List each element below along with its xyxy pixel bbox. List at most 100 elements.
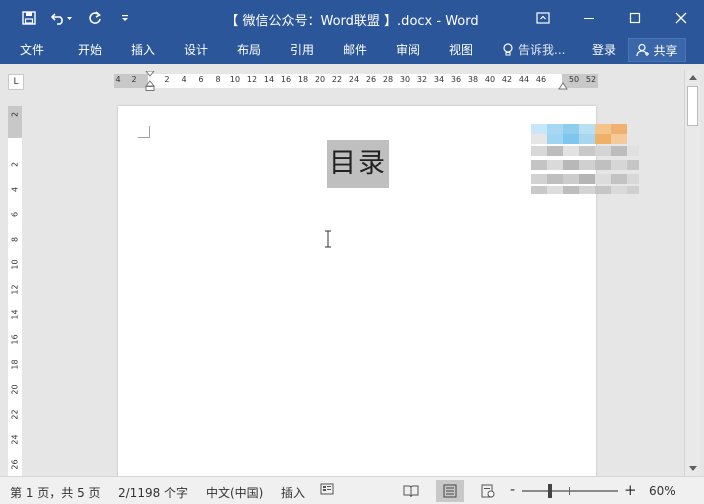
zoom-out-button[interactable]: - — [510, 482, 515, 498]
document-page[interactable]: 目录 — [118, 106, 639, 476]
ribbon-display-options-button[interactable] — [520, 0, 566, 36]
login-link[interactable]: 登录 — [592, 41, 616, 58]
margin-corner-mark — [138, 126, 150, 138]
ribbon-display-icon — [536, 12, 550, 24]
print-layout-button[interactable] — [436, 480, 464, 502]
ruler-number: 26 — [10, 459, 20, 470]
ruler-number: 2 — [131, 75, 137, 84]
tab-design[interactable]: 设计 — [184, 41, 208, 58]
scroll-up-button[interactable] — [685, 70, 701, 84]
left-indent-marker[interactable] — [145, 71, 155, 91]
text-cursor-icon — [325, 230, 331, 248]
ruler-number: 10 — [10, 259, 20, 270]
tab-layout[interactable]: 布局 — [237, 41, 261, 58]
ruler-number: 12 — [246, 75, 258, 84]
ruler-number: 42 — [501, 75, 513, 84]
tab-references[interactable]: 引用 — [290, 41, 314, 58]
ruler-number: 44 — [518, 75, 530, 84]
ruler-number: 52 — [585, 75, 597, 84]
ruler-number: 2 — [10, 161, 20, 168]
arrow-down-icon — [689, 466, 697, 471]
ruler-row: L 4 2 2 4 6 8 10 12 14 16 18 20 22 24 26… — [0, 64, 704, 94]
person-add-icon — [636, 43, 650, 57]
arrow-up-icon — [689, 75, 697, 80]
tell-me-box[interactable]: 告诉我... — [502, 41, 565, 58]
tab-file[interactable]: 文件 — [20, 41, 44, 58]
share-label: 共享 — [653, 43, 678, 58]
ruler-number: 4 — [181, 75, 187, 84]
tab-mailings[interactable]: 邮件 — [343, 41, 367, 58]
ruler-number: 24 — [10, 434, 20, 445]
macro-record-button[interactable] — [320, 482, 334, 499]
ruler-number: 40 — [484, 75, 496, 84]
ruler-number: 10 — [229, 75, 241, 84]
ruler-number: 4 — [10, 186, 20, 193]
ruler-number: 2 — [164, 75, 170, 84]
zoom-slider-thumb[interactable] — [548, 484, 552, 498]
ruler-number: 2 — [10, 111, 20, 118]
ruler-number: 6 — [198, 75, 204, 84]
tab-review[interactable]: 审阅 — [396, 41, 420, 58]
tab-insert[interactable]: 插入 — [131, 41, 155, 58]
ruler-number: 20 — [314, 75, 326, 84]
ruler-number: 46 — [535, 75, 547, 84]
ruler-number: 36 — [450, 75, 462, 84]
ruler-number: 22 — [10, 409, 20, 420]
tell-me-label: 告诉我... — [518, 43, 566, 57]
toc-heading[interactable]: 目录 — [327, 140, 389, 188]
ruler-number: 22 — [331, 75, 343, 84]
ruler-number: 30 — [399, 75, 411, 84]
zoom-level[interactable]: 60% — [649, 484, 676, 498]
page-count-status[interactable]: 第 1 页，共 5 页 — [10, 484, 101, 501]
ruler-number: 50 — [568, 75, 580, 84]
window-controls — [520, 0, 704, 36]
ruler-numbers: 4 2 2 4 6 8 10 12 14 16 18 20 22 24 26 2… — [114, 75, 598, 87]
ruler-number: 16 — [10, 334, 20, 345]
zoom-in-button[interactable]: + — [624, 481, 637, 499]
language-status[interactable]: 中文(中国) — [206, 484, 263, 501]
macro-record-icon — [320, 483, 334, 495]
ruler-number: 28 — [382, 75, 394, 84]
minimize-icon — [584, 18, 594, 19]
lightbulb-icon — [503, 42, 513, 55]
minimize-button[interactable] — [566, 0, 612, 36]
book-icon — [403, 485, 419, 498]
ruler-number: 26 — [365, 75, 377, 84]
scroll-down-button[interactable] — [685, 462, 701, 476]
ruler-number: 34 — [433, 75, 445, 84]
right-indent-marker[interactable] — [558, 82, 568, 90]
ruler-number: 4 — [115, 75, 121, 84]
word-count-status[interactable]: 2/1198 个字 — [118, 484, 188, 501]
ruler-number: 20 — [10, 384, 20, 395]
close-button[interactable] — [658, 0, 704, 36]
document-canvas[interactable]: 目录 — [30, 94, 684, 476]
tab-stop-label: L — [13, 77, 19, 87]
zoom-slider[interactable] — [522, 490, 618, 492]
tab-home[interactable]: 开始 — [78, 41, 102, 58]
ruler-number: 8 — [215, 75, 221, 84]
web-layout-icon — [481, 484, 495, 498]
ribbon-tabs: 文件 开始 插入 设计 布局 引用 邮件 审阅 视图 告诉我... 登录 共享 — [0, 36, 704, 64]
page-layout-icon — [443, 484, 457, 498]
ruler-number: 38 — [467, 75, 479, 84]
ruler-number: 24 — [348, 75, 360, 84]
tab-view[interactable]: 视图 — [449, 41, 473, 58]
tab-stop-selector[interactable]: L — [8, 74, 24, 90]
zoom-100-tick — [569, 487, 570, 495]
maximize-button[interactable] — [612, 0, 658, 36]
status-bar: 第 1 页，共 5 页 2/1198 个字 中文(中国) 插入 - + 60% — [0, 476, 704, 504]
share-button[interactable]: 共享 — [628, 38, 686, 62]
web-layout-button[interactable] — [474, 480, 502, 502]
title-bar: 【 微信公众号：Word联盟 】.docx - Word — [0, 0, 704, 36]
read-mode-button[interactable] — [397, 480, 425, 502]
vertical-scrollbar[interactable] — [684, 70, 700, 476]
horizontal-ruler[interactable]: 4 2 2 4 6 8 10 12 14 16 18 20 22 24 26 2… — [114, 71, 598, 91]
ruler-number: 12 — [10, 284, 20, 295]
close-icon — [675, 12, 687, 24]
scroll-thumb[interactable] — [687, 86, 698, 126]
vertical-ruler[interactable]: 2 2 4 6 8 10 12 14 16 18 20 22 24 26 — [8, 106, 22, 476]
insert-mode-status[interactable]: 插入 — [281, 484, 305, 501]
ruler-number: 6 — [10, 211, 20, 218]
ruler-number: 18 — [10, 359, 20, 370]
ruler-number: 14 — [263, 75, 275, 84]
